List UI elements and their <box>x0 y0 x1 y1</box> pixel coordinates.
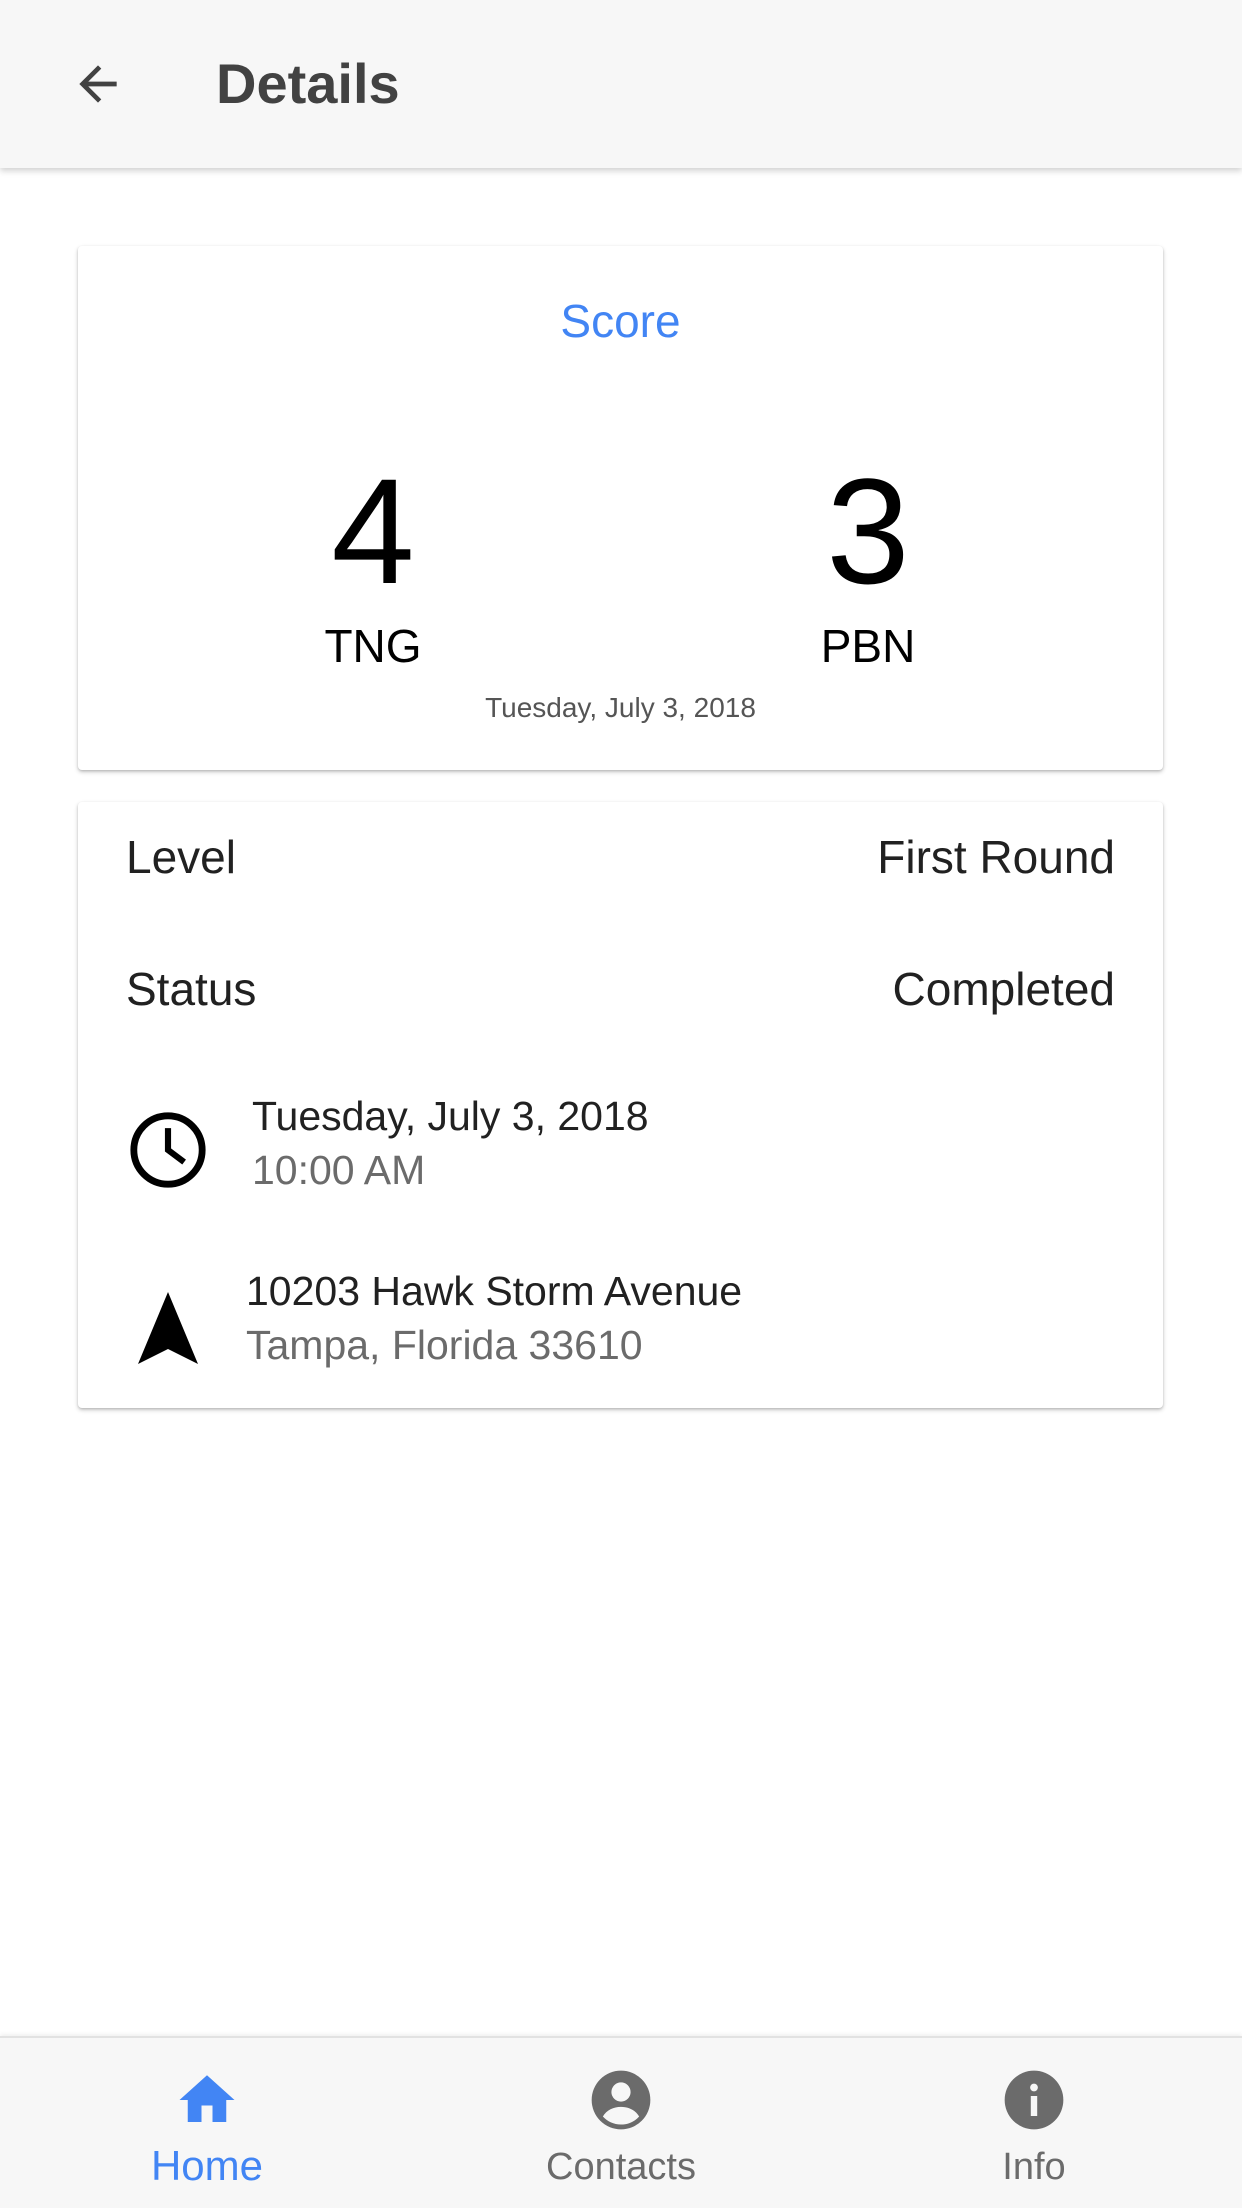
clock-icon <box>126 1108 210 1192</box>
away-team-name: PBN <box>820 620 916 672</box>
nav-home[interactable]: Home <box>57 2038 357 2208</box>
event-date: Tuesday, July 3, 2018 <box>252 1093 649 1139</box>
nav-contacts[interactable]: Contacts <box>471 2038 771 2208</box>
page-title: Details <box>216 52 400 115</box>
bottom-navigation: Home Contacts Info <box>0 2036 1242 2208</box>
home-team-name: TNG <box>324 620 422 672</box>
level-label: Level <box>126 831 236 883</box>
level-value: First Round <box>877 831 1115 883</box>
nav-contacts-label: Contacts <box>546 2146 696 2188</box>
score-label: Score <box>560 295 681 347</box>
status-row: Status Completed <box>126 954 1115 1024</box>
home-team-score: 4 <box>331 447 415 615</box>
home-icon <box>171 2064 243 2136</box>
score-date: Tuesday, July 3, 2018 <box>485 692 756 723</box>
score-card: Score 4 TNG 3 PBN Tuesday, July 3, 2018 <box>78 246 1163 770</box>
back-button[interactable] <box>58 44 138 124</box>
app-root: Details Score 4 TNG 3 PBN Tuesday, July … <box>0 0 1242 2208</box>
home-team: 4 TNG <box>223 456 523 676</box>
top-app-bar: Details <box>0 0 1242 168</box>
nav-home-label: Home <box>150 2142 264 2189</box>
away-team-score: 3 <box>826 447 910 615</box>
account-circle-icon <box>585 2064 657 2136</box>
address-text: 10203 Hawk Storm Avenue Tampa, Florida 3… <box>246 1264 742 1372</box>
level-row: Level First Round <box>126 822 1115 892</box>
event-time: 10:00 AM <box>252 1147 426 1193</box>
nav-info-label: Info <box>1002 2146 1066 2188</box>
datetime-row[interactable]: Tuesday, July 3, 2018 10:00 AM <box>126 1085 1115 1205</box>
address-row[interactable]: 10203 Hawk Storm Avenue Tampa, Florida 3… <box>126 1260 1115 1380</box>
status-label: Status <box>126 963 257 1015</box>
navigation-icon <box>126 1286 210 1370</box>
nav-info[interactable]: Info <box>884 2038 1184 2208</box>
address-city: Tampa, Florida 33610 <box>246 1322 643 1368</box>
details-card: Level First Round Status Completed Tuesd… <box>78 802 1163 1408</box>
arrow-back-icon <box>79 65 117 103</box>
status-value: Completed <box>892 963 1115 1015</box>
away-team: 3 PBN <box>718 456 1018 676</box>
info-icon <box>998 2064 1070 2136</box>
datetime-text: Tuesday, July 3, 2018 10:00 AM <box>252 1089 649 1197</box>
address-street: 10203 Hawk Storm Avenue <box>246 1268 743 1314</box>
